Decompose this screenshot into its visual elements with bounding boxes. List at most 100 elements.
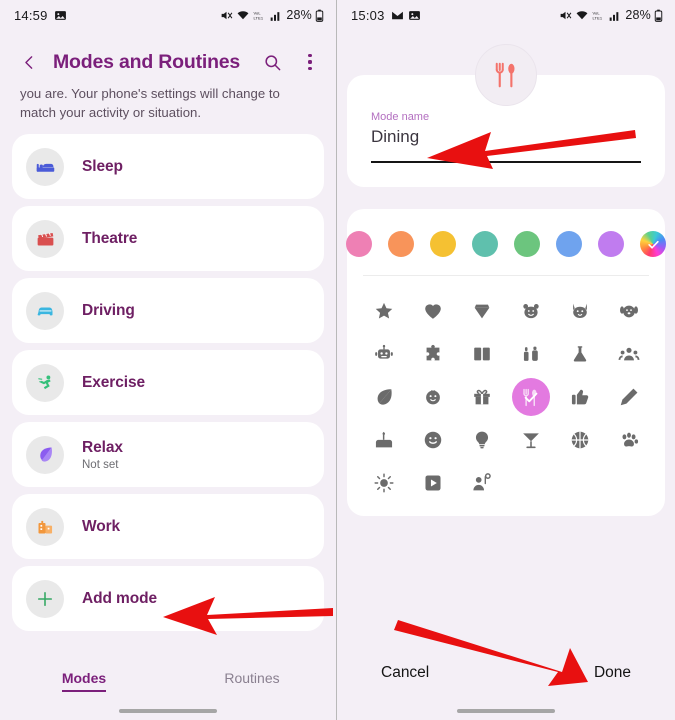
mode-item-work[interactable]: Work: [12, 494, 324, 559]
color-swatch-blue[interactable]: [556, 231, 582, 257]
signal-icon: [609, 9, 621, 22]
leaf-icon[interactable]: [365, 378, 403, 416]
mode-item-driving[interactable]: Driving: [12, 278, 324, 343]
home-indicator[interactable]: [119, 709, 217, 713]
status-time: 14:59: [14, 7, 48, 23]
mode-label: Exercise: [82, 373, 145, 391]
gift-icon[interactable]: [463, 378, 501, 416]
robot-icon[interactable]: [365, 335, 403, 373]
icon-grid: [347, 284, 665, 502]
diamond-icon[interactable]: [463, 292, 501, 330]
right-phone-screen: 15:03 VoL LTE1 28% Mode name Dining Canc…: [337, 0, 675, 720]
runner-icon: [26, 363, 64, 402]
clapperboard-icon: [26, 219, 64, 258]
plus-icon: [26, 579, 64, 618]
cosmetics-icon[interactable]: [512, 335, 550, 373]
status-system-icons: VoL LTE1 28%: [559, 8, 663, 22]
lightbulb-icon[interactable]: [463, 421, 501, 459]
volte-icon: VoL LTE1: [253, 9, 267, 22]
thumbs-up-icon[interactable]: [561, 378, 599, 416]
mode-name-input[interactable]: Dining: [371, 127, 641, 147]
color-swatch-yellow[interactable]: [430, 231, 456, 257]
back-button[interactable]: [16, 49, 42, 75]
mode-label: Theatre: [82, 229, 138, 247]
mode-text-block: Work: [82, 518, 120, 536]
color-swatch-orange[interactable]: [388, 231, 414, 257]
mode-text-block: Relax Not set: [82, 439, 123, 471]
presenter-icon[interactable]: [463, 464, 501, 502]
mute-icon: [220, 9, 233, 22]
mode-item-exercise[interactable]: Exercise: [12, 350, 324, 415]
battery-percent: 28%: [286, 8, 312, 22]
mode-text-block: Exercise: [82, 374, 145, 392]
left-phone-screen: 14:59 VoL LTE1 28% Modes and Routines yo…: [0, 0, 337, 720]
book-icon[interactable]: [463, 335, 501, 373]
basketball-icon[interactable]: [561, 421, 599, 459]
wifi-icon: [236, 9, 250, 22]
image-icon: [54, 9, 67, 22]
status-notification-icons: [54, 9, 67, 22]
mode-item-relax[interactable]: Relax Not set: [12, 422, 324, 487]
mode-item-theatre[interactable]: Theatre: [12, 206, 324, 271]
svg-text:LTE1: LTE1: [593, 15, 603, 20]
color-swatch-pink[interactable]: [346, 231, 372, 257]
baby-icon[interactable]: [414, 378, 452, 416]
icon-picker-card: [346, 209, 666, 516]
tab-modes-label: Modes: [61, 670, 107, 692]
volte-icon: VoL LTE1: [592, 9, 606, 22]
flask-icon[interactable]: [561, 335, 599, 373]
tab-modes[interactable]: Modes: [0, 670, 168, 692]
search-icon[interactable]: [260, 50, 284, 74]
battery-icon: [315, 9, 324, 22]
done-button[interactable]: Done: [594, 664, 631, 682]
mode-label: Add mode: [82, 589, 157, 607]
smiley-icon[interactable]: [414, 421, 452, 459]
dog-icon[interactable]: [610, 292, 648, 330]
svg-text:LTE1: LTE1: [254, 15, 264, 20]
page-subtitle: you are. Your phone's settings will chan…: [20, 86, 280, 120]
right-status-bar: 15:03 VoL LTE1 28%: [337, 0, 675, 30]
dialog-button-bar: Cancel Done: [337, 664, 675, 682]
briefcase-building-icon: [26, 507, 64, 546]
sun-icon[interactable]: [365, 464, 403, 502]
pencil-icon[interactable]: [610, 378, 648, 416]
icon-option-fork-spoon-selected[interactable]: [511, 378, 550, 416]
cancel-button[interactable]: Cancel: [381, 664, 429, 682]
overflow-menu-icon[interactable]: [298, 50, 322, 74]
avatar[interactable]: [475, 44, 537, 106]
people-icon[interactable]: [610, 335, 648, 373]
color-swatch-row: [346, 227, 666, 275]
color-swatch-purple[interactable]: [598, 231, 624, 257]
mode-text-block: Driving: [82, 302, 135, 320]
signal-icon: [270, 9, 282, 22]
image-icon: [408, 9, 421, 22]
play-icon[interactable]: [414, 464, 452, 502]
color-swatch-teal[interactable]: [472, 231, 498, 257]
status-system-icons: VoL LTE1 28%: [220, 8, 324, 22]
bear-icon[interactable]: [512, 292, 550, 330]
check-icon: [640, 231, 666, 257]
svg-text:VoL: VoL: [593, 10, 601, 15]
cake-icon[interactable]: [365, 421, 403, 459]
home-indicator[interactable]: [457, 709, 555, 713]
color-swatch-green[interactable]: [514, 231, 540, 257]
puzzle-icon[interactable]: [414, 335, 452, 373]
color-swatch-rainbow-selected[interactable]: [640, 231, 666, 257]
tab-routines[interactable]: Routines: [168, 670, 336, 686]
star-icon[interactable]: [365, 292, 403, 330]
screenshot-root: 14:59 VoL LTE1 28% Modes and Routines yo…: [0, 0, 675, 720]
cocktail-icon[interactable]: [512, 421, 550, 459]
svg-text:VoL: VoL: [254, 10, 262, 15]
mute-icon: [559, 9, 572, 22]
heart-icon[interactable]: [414, 292, 452, 330]
add-mode-button[interactable]: Add mode: [12, 566, 324, 631]
mode-label: Driving: [82, 301, 135, 319]
cat-icon[interactable]: [561, 292, 599, 330]
header-actions: [260, 50, 322, 74]
battery-icon: [654, 9, 663, 22]
paw-icon[interactable]: [610, 421, 648, 459]
mode-label: Work: [82, 517, 121, 535]
gmail-icon: [391, 9, 404, 22]
status-notification-icons: [391, 9, 421, 22]
mode-item-sleep[interactable]: Sleep: [12, 134, 324, 199]
